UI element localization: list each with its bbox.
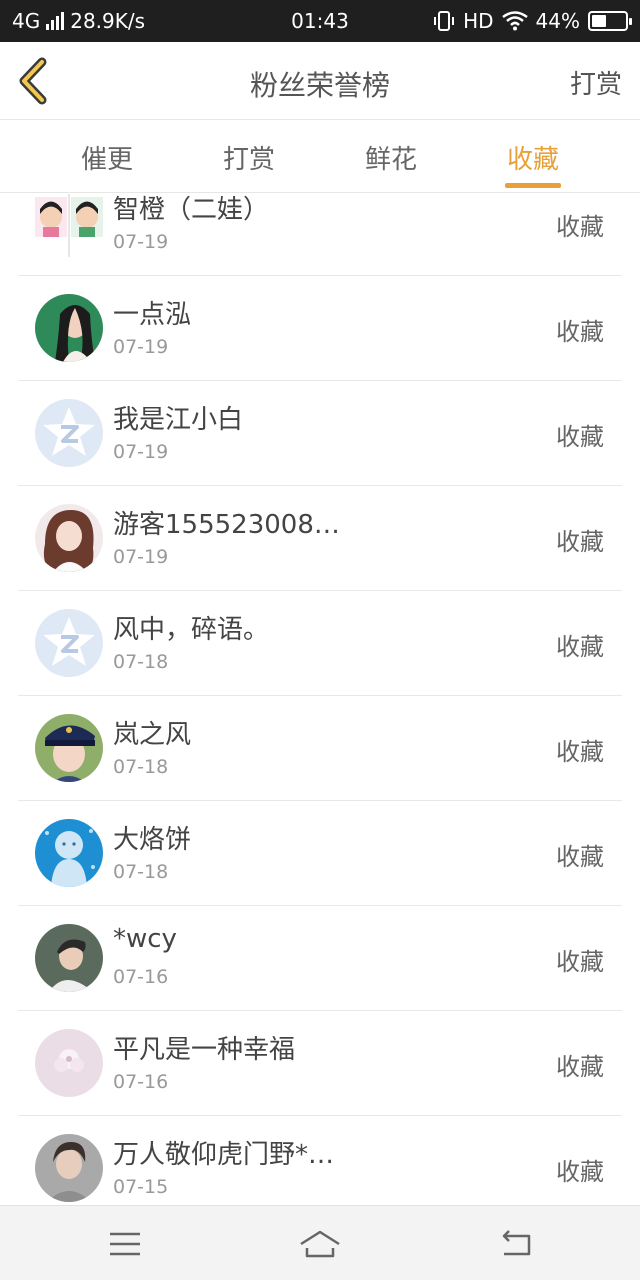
list-item[interactable]: 游客155523008… 07-19 收藏: [18, 486, 622, 591]
tab-flowers[interactable]: 鲜花: [331, 139, 451, 176]
list-item[interactable]: 平凡是一种幸福 07-16 收藏: [18, 1011, 622, 1116]
action-label: 收藏: [556, 528, 604, 556]
avatar: [35, 609, 103, 677]
tab-collect[interactable]: 收藏: [473, 139, 593, 176]
action-label: 收藏: [556, 318, 604, 346]
list-item[interactable]: 岚之风 07-18 收藏: [18, 696, 622, 801]
date: 07-19: [113, 546, 169, 568]
header: 粉丝荣誉榜 打赏: [0, 42, 640, 120]
avatar: [35, 924, 103, 992]
user-name: 我是江小白: [113, 405, 244, 435]
date: 07-18: [113, 651, 169, 673]
system-nav-bar: [0, 1205, 640, 1280]
user-name: 风中，碎语。: [113, 615, 270, 645]
list-item[interactable]: 我是江小白 07-19 收藏: [18, 381, 622, 486]
list-item[interactable]: 万人敬仰虎门野*… 07-15 收藏: [18, 1116, 622, 1205]
status-bar: 4G 28.9K/s 01:43 HD 44%: [0, 0, 640, 42]
list-item[interactable]: 智橙（二娃） 07-19 收藏: [18, 194, 622, 276]
avatar: [35, 1029, 103, 1097]
action-label: 收藏: [556, 213, 604, 241]
action-label: 收藏: [556, 948, 604, 976]
avatar: [35, 399, 103, 467]
user-name: 游客155523008…: [113, 510, 340, 540]
action-label: 收藏: [556, 423, 604, 451]
user-name: 平凡是一种幸福: [113, 1035, 296, 1065]
battery-icon: [588, 11, 632, 31]
user-name: 大烙饼: [113, 825, 192, 855]
user-name: 岚之风: [113, 720, 192, 750]
action-label: 收藏: [556, 738, 604, 766]
action-label: 收藏: [556, 1053, 604, 1081]
user-name: 智橙（二娃）: [113, 195, 270, 225]
battery-percent: 44%: [535, 9, 580, 33]
menu-icon[interactable]: [105, 1224, 145, 1264]
date: 07-16: [113, 966, 169, 988]
tab-reward[interactable]: 打赏: [189, 139, 309, 176]
action-label: 收藏: [556, 1158, 604, 1186]
date: 07-18: [113, 756, 169, 778]
tab-bar: 催更 打赏 鲜花 收藏: [0, 121, 640, 193]
reward-button[interactable]: 打赏: [570, 64, 622, 101]
list-item[interactable]: 风中，碎语。 07-18 收藏: [18, 591, 622, 696]
date: 07-19: [113, 441, 169, 463]
action-label: 收藏: [556, 633, 604, 661]
date: 07-16: [113, 1071, 169, 1093]
fan-list[interactable]: 智橙（二娃） 07-19 收藏 一点泓 07-19 收藏 我是江小白 07-19…: [0, 194, 640, 1205]
list-item[interactable]: 大烙饼 07-18 收藏: [18, 801, 622, 906]
page-title: 粉丝荣誉榜: [249, 69, 390, 102]
back-icon[interactable]: [496, 1224, 536, 1264]
action-label: 收藏: [556, 843, 604, 871]
avatar: [35, 294, 103, 362]
date: 07-18: [113, 861, 169, 883]
tab-urge[interactable]: 催更: [47, 139, 167, 176]
avatar: [35, 504, 103, 572]
date: 07-19: [113, 231, 169, 253]
user-name: 一点泓: [113, 300, 192, 330]
avatar: [35, 1134, 103, 1202]
user-name: *wcy: [113, 924, 177, 954]
vibrate-icon: [434, 11, 455, 31]
home-icon[interactable]: [298, 1224, 342, 1264]
hd-indicator: HD: [463, 9, 494, 33]
active-tab-indicator: [505, 183, 561, 188]
avatar: [35, 714, 103, 782]
date: 07-19: [113, 336, 169, 358]
date: 07-15: [113, 1176, 169, 1198]
list-item[interactable]: 一点泓 07-19 收藏: [18, 276, 622, 381]
wifi-icon: [501, 11, 528, 31]
avatar: [35, 819, 103, 887]
user-name: 万人敬仰虎门野*…: [113, 1140, 335, 1170]
list-item[interactable]: *wcy 07-16 收藏: [18, 906, 622, 1011]
avatar: [35, 194, 103, 257]
